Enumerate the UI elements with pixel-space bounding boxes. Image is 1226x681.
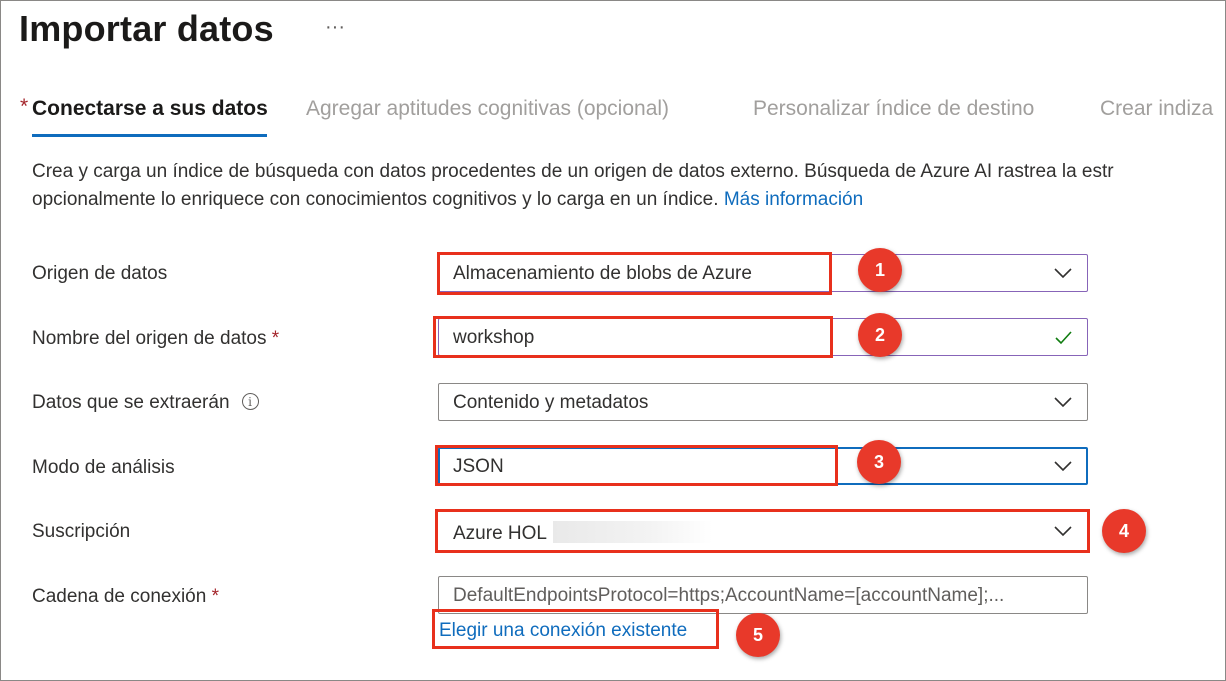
chevron-down-icon (1054, 461, 1072, 472)
callout-badge-5: 5 (736, 613, 780, 657)
callout-badge-3: 3 (857, 440, 901, 484)
tab-label: Conectarse a sus datos (32, 97, 268, 120)
more-options-button[interactable]: ··· (325, 16, 345, 39)
highlight-box-4 (435, 509, 1090, 553)
highlight-box-5 (432, 609, 719, 649)
data-source-name-label: Nombre del origen de datos * (32, 328, 280, 349)
description: Crea y carga un índice de búsqueda con d… (32, 158, 1222, 214)
chevron-down-icon (1054, 268, 1072, 279)
required-marker: * (20, 95, 29, 118)
page-title: Importar datos (19, 8, 274, 49)
subscription-label: Suscripción (32, 521, 131, 542)
data-to-extract-value: Contenido y metadatos (453, 392, 649, 413)
highlight-box-3 (435, 445, 838, 486)
info-icon[interactable]: i (241, 393, 259, 410)
checkmark-icon (1055, 331, 1072, 345)
parsing-mode-label: Modo de análisis (32, 457, 175, 478)
callout-badge-2: 2 (858, 313, 902, 357)
description-line-2: opcionalmente lo enriquece con conocimie… (32, 189, 864, 210)
description-line-1: Crea y carga un índice de búsqueda con d… (32, 161, 1114, 182)
required-marker: * (211, 586, 219, 607)
data-to-extract-label: Datos que se extraerán i (32, 392, 259, 414)
highlight-box-1 (437, 252, 832, 295)
tab-add-cognitive-skills[interactable]: Agregar aptitudes cognitivas (opcional) (306, 97, 669, 121)
tab-connect-data[interactable]: * Conectarse a sus datos (20, 95, 268, 121)
connection-string-label: Cadena de conexión * (32, 586, 219, 607)
learn-more-link[interactable]: Más información (724, 189, 863, 210)
tab-create-indexer[interactable]: Crear indiza (1100, 97, 1213, 121)
tab-customize-target-index[interactable]: Personalizar índice de destino (753, 97, 1034, 121)
callout-badge-4: 4 (1102, 509, 1146, 553)
callout-badge-1: 1 (858, 248, 902, 292)
connection-string-placeholder: DefaultEndpointsProtocol=https;AccountNa… (453, 585, 1005, 606)
active-tab-indicator (32, 134, 267, 137)
data-source-label: Origen de datos (32, 263, 168, 284)
highlight-box-2 (433, 316, 833, 358)
required-marker: * (271, 328, 280, 349)
chevron-down-icon (1054, 397, 1072, 408)
data-to-extract-dropdown[interactable]: Contenido y metadatos (438, 383, 1088, 421)
